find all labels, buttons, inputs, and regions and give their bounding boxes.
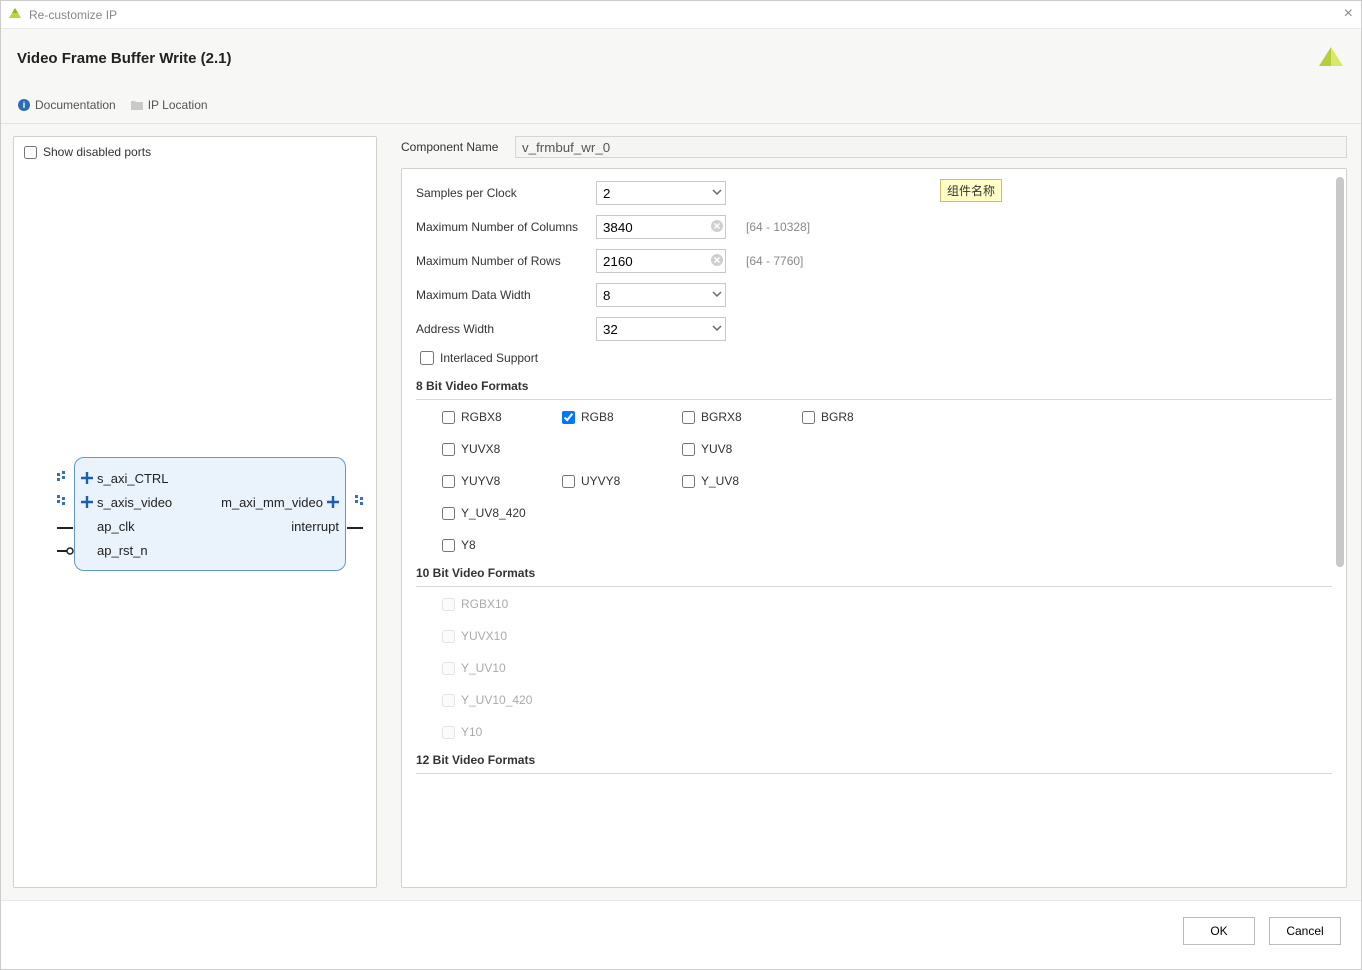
- fmt-yuvx10-checkbox: YUVX10: [442, 629, 1332, 643]
- scrollbar-thumb[interactable]: [1336, 177, 1344, 567]
- vendor-logo-icon: [1317, 44, 1345, 72]
- fmt-y-uv10-420-checkbox: Y_UV10_420: [442, 693, 1332, 707]
- expand-icon[interactable]: [81, 496, 93, 508]
- cancel-button[interactable]: Cancel: [1269, 917, 1341, 945]
- port-label: ap_clk: [97, 519, 135, 534]
- block-preview-panel: Show disabled ports s_axi_CTRL s_axis_vi…: [13, 136, 377, 888]
- expand-icon[interactable]: [327, 496, 339, 508]
- max-rows-hint: [64 - 7760]: [746, 254, 803, 268]
- bus-stub-icon: [57, 471, 75, 486]
- samples-per-clock-select[interactable]: [596, 181, 726, 205]
- expand-icon[interactable]: [81, 472, 93, 484]
- port-s-axi-ctrl: s_axi_CTRL: [75, 466, 345, 490]
- ip-location-label: IP Location: [148, 98, 208, 112]
- max-rows-label: Maximum Number of Rows: [416, 254, 586, 268]
- port-label: s_axis_video: [97, 495, 172, 510]
- address-width-label: Address Width: [416, 322, 586, 336]
- interlaced-support-input[interactable]: [420, 351, 434, 365]
- app-icon: [7, 7, 23, 23]
- section-divider: [416, 586, 1332, 587]
- interlaced-support-label: Interlaced Support: [440, 351, 538, 365]
- show-disabled-ports-label: Show disabled ports: [43, 145, 151, 159]
- bus-stub-icon: [345, 495, 363, 510]
- ok-button[interactable]: OK: [1183, 917, 1255, 945]
- fmt-rgb8-checkbox[interactable]: RGB8: [562, 410, 652, 424]
- show-disabled-ports-checkbox[interactable]: Show disabled ports: [24, 145, 366, 159]
- max-rows-row: Maximum Number of Rows [64 - 7760]: [416, 249, 1332, 273]
- max-columns-hint: [64 - 10328]: [746, 220, 810, 234]
- max-data-width-label: Maximum Data Width: [416, 288, 586, 302]
- section-8bit-title: 8 Bit Video Formats: [416, 379, 1332, 393]
- wire-stub-icon: [57, 519, 75, 534]
- close-icon[interactable]: ×: [1344, 5, 1353, 23]
- max-columns-label: Maximum Number of Columns: [416, 220, 586, 234]
- fmt-yuvx8-checkbox[interactable]: YUVX8: [442, 442, 532, 456]
- ip-location-link[interactable]: IP Location: [130, 98, 208, 112]
- fmt-bgr8-checkbox[interactable]: BGR8: [802, 410, 892, 424]
- fmt-yuyv8-checkbox[interactable]: YUYV8: [442, 474, 532, 488]
- fmt-rgbx10-checkbox: RGBX10: [442, 597, 1332, 611]
- formats-10bit-group: RGBX10 YUVX10 Y_UV10 Y_UV10_420 Y10: [416, 597, 1332, 739]
- window-title: Re-customize IP: [29, 8, 117, 22]
- section-divider: [416, 399, 1332, 400]
- config-scroll-area[interactable]: 组件名称 Samples per Clock Maximum Number of…: [402, 169, 1346, 887]
- max-data-width-row: Maximum Data Width: [416, 283, 1332, 307]
- component-name-row: Component Name: [401, 136, 1347, 158]
- configuration-panel: Component Name 组件名称 Samples per Clock Ma: [401, 136, 1349, 888]
- bus-stub-icon: [57, 495, 75, 510]
- port-label: m_axi_mm_video: [221, 495, 323, 510]
- port-label: ap_rst_n: [97, 543, 148, 558]
- inverted-stub-icon: [57, 543, 75, 558]
- section-10bit-title: 10 Bit Video Formats: [416, 566, 1332, 580]
- clear-icon[interactable]: [710, 219, 724, 233]
- address-width-select[interactable]: [596, 317, 726, 341]
- formats-8bit-group: RGBX8 RGB8 BGRX8 BGR8 YUVX8 YUV8 YUYV8 U…: [416, 410, 1332, 552]
- clear-icon[interactable]: [710, 253, 724, 267]
- section-12bit-title: 12 Bit Video Formats: [416, 753, 1332, 767]
- port-row-video: s_axis_video m_axi_mm_video: [75, 490, 345, 514]
- header-toolbar: i Documentation IP Location: [17, 87, 1345, 123]
- port-ap-rst-n: ap_rst_n: [75, 538, 345, 562]
- address-width-row: Address Width: [416, 317, 1332, 341]
- component-name-label: Component Name: [401, 140, 505, 154]
- port-label: interrupt: [291, 519, 339, 534]
- fmt-y-uv8-420-checkbox[interactable]: Y_UV8_420: [442, 506, 532, 520]
- fmt-bgrx8-checkbox[interactable]: BGRX8: [682, 410, 772, 424]
- folder-icon: [130, 98, 144, 112]
- fmt-yuv8-checkbox[interactable]: YUV8: [682, 442, 772, 456]
- max-columns-input[interactable]: [596, 215, 726, 239]
- ip-block: s_axi_CTRL s_axis_video m_axi_mm_video: [74, 457, 346, 571]
- content-area: Show disabled ports s_axi_CTRL s_axis_vi…: [1, 124, 1361, 900]
- interlaced-support-checkbox[interactable]: Interlaced Support: [420, 351, 1332, 365]
- header: Video Frame Buffer Write (2.1) i Documen…: [1, 29, 1361, 124]
- show-disabled-ports-input[interactable]: [24, 146, 37, 159]
- fmt-uyvy8-checkbox[interactable]: UYVY8: [562, 474, 652, 488]
- max-columns-row: Maximum Number of Columns [64 - 10328]: [416, 215, 1332, 239]
- config-scroll-panel: 组件名称 Samples per Clock Maximum Number of…: [401, 168, 1347, 888]
- samples-per-clock-row: Samples per Clock: [416, 181, 1332, 205]
- info-icon: i: [17, 98, 31, 112]
- page-title: Video Frame Buffer Write (2.1): [17, 50, 232, 67]
- svg-text:i: i: [23, 100, 26, 110]
- fmt-rgbx8-checkbox[interactable]: RGBX8: [442, 410, 532, 424]
- block-canvas: s_axi_CTRL s_axis_video m_axi_mm_video: [24, 159, 366, 839]
- port-row-clk-int: ap_clk interrupt: [75, 514, 345, 538]
- tooltip-badge: 组件名称: [940, 179, 1002, 202]
- fmt-y8-checkbox[interactable]: Y8: [442, 538, 532, 552]
- max-rows-input[interactable]: [596, 249, 726, 273]
- fmt-y-uv10-checkbox: Y_UV10: [442, 661, 1332, 675]
- component-name-input[interactable]: [515, 136, 1347, 158]
- documentation-label: Documentation: [35, 98, 116, 112]
- section-divider: [416, 773, 1332, 774]
- max-data-width-select[interactable]: [596, 283, 726, 307]
- dialog-footer: OK Cancel: [1, 900, 1361, 960]
- documentation-link[interactable]: i Documentation: [17, 98, 116, 112]
- window-titlebar: Re-customize IP ×: [1, 1, 1361, 29]
- samples-per-clock-label: Samples per Clock: [416, 186, 586, 200]
- wire-stub-icon: [345, 519, 363, 534]
- port-label: s_axi_CTRL: [97, 471, 169, 486]
- fmt-y-uv8-checkbox[interactable]: Y_UV8: [682, 474, 772, 488]
- fmt-y10-checkbox: Y10: [442, 725, 1332, 739]
